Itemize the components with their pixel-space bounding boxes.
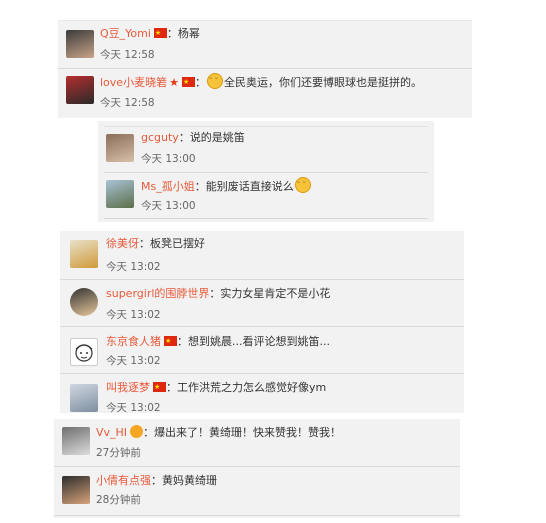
comment-text: 说的是姚笛 <box>189 131 245 144</box>
comment-item: love小麦晓箬★：全民奥运，你们还要博眼球也是挺拼的。 今天 12:58 <box>58 70 472 114</box>
reply-item: Ms_孤小姐：能别废话直接说么 今天 13:00 <box>104 174 428 218</box>
comment-text: 能别废话直接说么 <box>205 180 294 193</box>
username-link[interactable]: 徐美伢 <box>106 237 139 250</box>
username-link[interactable]: love小麦晓箬 <box>100 76 167 89</box>
comment-text: 实力女星肯定不是小花 <box>220 287 331 300</box>
smiley-emoji-icon <box>294 177 311 193</box>
timestamp: 今天 13:02 <box>106 309 161 321</box>
username-link[interactable]: 叫我逐梦 <box>106 381 150 394</box>
divider <box>58 20 472 21</box>
timestamp: 27分钟前 <box>96 447 141 459</box>
comment-text: 想到姚晨...看评论想到姚笛... <box>188 335 330 348</box>
divider <box>104 172 428 173</box>
avatar[interactable] <box>106 134 134 162</box>
flag-icon <box>153 379 166 395</box>
divider <box>60 326 464 327</box>
divider <box>54 466 460 467</box>
flag-icon <box>164 333 177 349</box>
username-link[interactable]: gcguty <box>141 131 179 144</box>
comment-item: Q豆_Yomi：杨幂 今天 12:58 <box>58 24 472 68</box>
username-link[interactable]: supergirl的围脖世界 <box>106 287 209 300</box>
timestamp: 今天 13:00 <box>141 153 196 165</box>
flag-icon <box>153 25 167 41</box>
comment-text: 板凳已摆好 <box>150 237 205 250</box>
username-link[interactable]: Ms_孤小姐 <box>141 180 195 193</box>
avatar[interactable] <box>62 476 90 504</box>
avatar[interactable] <box>70 338 98 366</box>
divider <box>104 218 428 219</box>
smiley-emoji-icon <box>206 73 223 89</box>
timestamp: 今天 13:02 <box>106 261 161 273</box>
username-link[interactable]: Q豆_Yomi <box>100 27 151 40</box>
timestamp: 今天 13:00 <box>141 200 196 212</box>
avatar[interactable] <box>62 427 90 455</box>
comment-text: 全民奥运，你们还要博眼球也是挺拼的。 <box>223 76 422 89</box>
username-link[interactable]: 小倩有点强 <box>96 474 151 487</box>
comment-item: supergirl的围脖世界：实力女星肯定不是小花 今天 13:02 <box>60 282 464 326</box>
reply-item: gcguty：说的是姚笛 今天 13:00 <box>104 128 428 172</box>
divider <box>60 373 464 374</box>
avatar[interactable] <box>70 240 98 268</box>
avatar[interactable] <box>70 384 98 412</box>
comment-text: 工作洪荒之力怎么感觉好像ym <box>177 381 327 394</box>
star-icon: ★ <box>169 76 179 89</box>
timestamp: 今天 13:02 <box>106 355 161 367</box>
timestamp: 今天 13:02 <box>106 402 161 413</box>
comment-text: 杨幂 <box>177 27 200 40</box>
avatar[interactable] <box>106 180 134 208</box>
username-link[interactable]: Vv_HI <box>96 426 127 439</box>
avatar[interactable] <box>66 30 94 58</box>
divider <box>58 68 472 69</box>
username-link[interactable]: 东京食人猪 <box>106 335 161 348</box>
divider <box>60 279 464 280</box>
avatar[interactable] <box>70 288 98 316</box>
divider <box>104 126 428 127</box>
comment-item: 徐美伢：板凳已摆好 今天 13:02 <box>60 234 464 278</box>
comment-item: Vv_HI ：爆出来了！黄绮珊！快来赞我！赞我！ 27分钟前 <box>54 421 460 465</box>
comment-item: 东京食人猪：想到姚晨...看评论想到姚笛... 今天 13:02 <box>60 330 464 374</box>
comment-item: 小倩有点强：黄妈黄绮珊 28分钟前 <box>54 468 460 512</box>
timestamp: 今天 12:58 <box>100 49 155 61</box>
flag-icon <box>181 74 195 90</box>
divider <box>54 515 460 516</box>
timestamp: 今天 12:58 <box>100 97 155 109</box>
avatar[interactable] <box>66 76 94 104</box>
comment-item: 叫我逐梦：工作洪荒之力怎么感觉好像ym 今天 13:02 <box>60 376 464 413</box>
timestamp: 28分钟前 <box>96 494 141 506</box>
vip-badge-icon <box>130 425 144 438</box>
comment-text: 爆出来了！黄绮珊！快来赞我！赞我！ <box>154 426 342 439</box>
comment-text: 黄妈黄绮珊 <box>162 474 217 487</box>
face-sketch-icon <box>75 344 93 362</box>
